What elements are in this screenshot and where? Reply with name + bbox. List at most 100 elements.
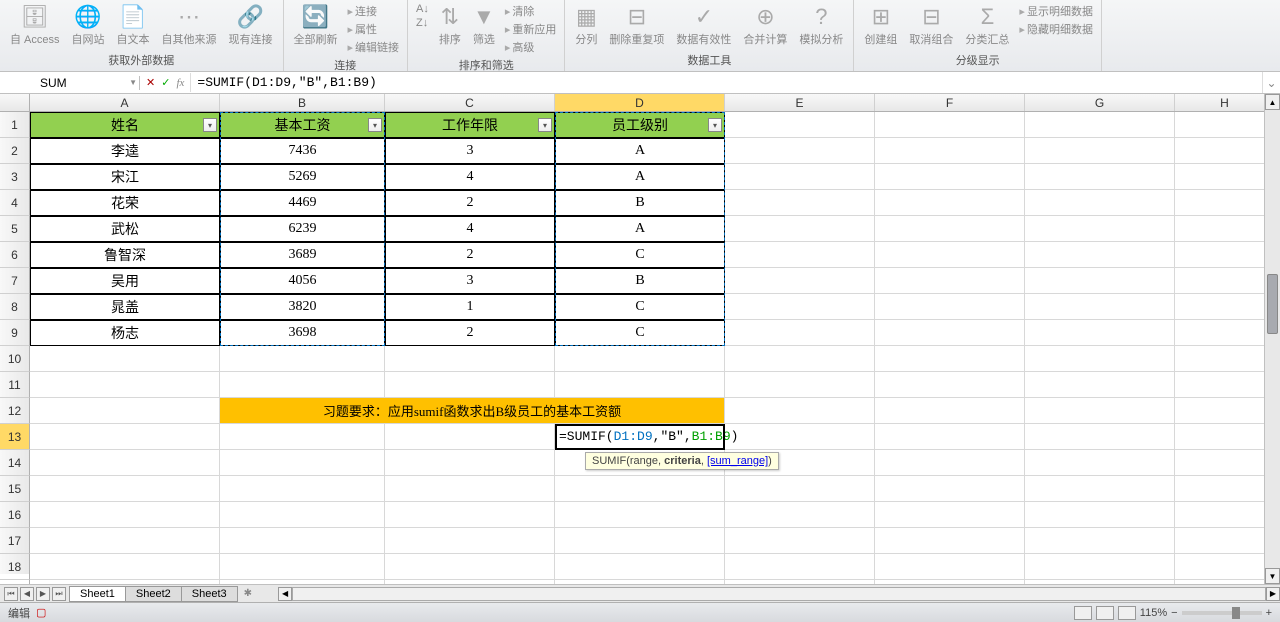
row-header[interactable]: 2 — [0, 138, 30, 164]
cell[interactable] — [30, 476, 220, 502]
ribbon-button[interactable]: ⊞创建组 — [858, 2, 903, 49]
cell[interactable] — [1175, 268, 1275, 294]
name-box-dropdown-icon[interactable]: ▼ — [129, 78, 137, 87]
cell[interactable] — [385, 554, 555, 580]
cell[interactable] — [220, 580, 385, 584]
cell[interactable]: 工作年限▾ — [385, 112, 555, 138]
ribbon-small-button[interactable]: ▸ 隐藏明细数据 — [1015, 20, 1097, 38]
cell[interactable] — [1175, 112, 1275, 138]
ribbon-small-button[interactable]: ▸ 重新应用 — [501, 20, 561, 38]
cell[interactable]: 基本工资▾ — [220, 112, 385, 138]
cell[interactable] — [1025, 476, 1175, 502]
row-header[interactable]: 8 — [0, 294, 30, 320]
cell[interactable]: 4056 — [220, 268, 385, 294]
cell[interactable]: 5269 — [220, 164, 385, 190]
view-break-icon[interactable] — [1118, 606, 1136, 620]
cell[interactable] — [385, 372, 555, 398]
scroll-down-icon[interactable]: ▼ — [1265, 568, 1280, 584]
cell[interactable] — [385, 502, 555, 528]
cell[interactable] — [725, 164, 875, 190]
cell[interactable] — [30, 398, 220, 424]
cell[interactable] — [1025, 190, 1175, 216]
cell[interactable]: A — [555, 216, 725, 242]
cell[interactable]: 习题要求：应用sumif函数求出B级员工的基本工资额 — [220, 398, 725, 424]
cell[interactable] — [555, 476, 725, 502]
cell[interactable] — [875, 372, 1025, 398]
cell[interactable] — [1175, 580, 1275, 584]
cell[interactable] — [875, 398, 1025, 424]
cell[interactable] — [1175, 138, 1275, 164]
row-header[interactable]: 16 — [0, 502, 30, 528]
cell[interactable] — [1175, 398, 1275, 424]
cell[interactable]: 2 — [385, 320, 555, 346]
column-header[interactable]: A — [30, 94, 220, 111]
row-header[interactable]: 14 — [0, 450, 30, 476]
cell[interactable] — [555, 346, 725, 372]
cell[interactable] — [875, 164, 1025, 190]
cell[interactable] — [725, 476, 875, 502]
cell[interactable]: A — [555, 164, 725, 190]
row-header[interactable]: 6 — [0, 242, 30, 268]
name-box[interactable]: ▼ — [0, 76, 140, 90]
cell[interactable] — [875, 502, 1025, 528]
view-normal-icon[interactable] — [1074, 606, 1092, 620]
cell[interactable]: 李逵 — [30, 138, 220, 164]
cell[interactable]: 杨志 — [30, 320, 220, 346]
cell[interactable] — [30, 346, 220, 372]
cell[interactable]: 3 — [385, 138, 555, 164]
tab-next-icon[interactable]: ▶ — [36, 587, 50, 601]
ribbon-small-button[interactable]: ▸ 清除 — [501, 2, 561, 20]
cell[interactable]: 3 — [385, 268, 555, 294]
ribbon-button[interactable]: ⊟删除重复项 — [603, 2, 670, 49]
cell[interactable]: C — [555, 320, 725, 346]
cell[interactable] — [220, 372, 385, 398]
row-header[interactable]: 10 — [0, 346, 30, 372]
ribbon-small-button[interactable]: ▸ 连接 — [344, 2, 404, 20]
cell[interactable] — [875, 138, 1025, 164]
cell[interactable] — [725, 294, 875, 320]
scroll-up-icon[interactable]: ▲ — [1265, 94, 1280, 110]
cell[interactable] — [385, 424, 555, 450]
zoom-out-icon[interactable]: − — [1171, 607, 1177, 619]
cell[interactable] — [555, 372, 725, 398]
tab-prev-icon[interactable]: ◀ — [20, 587, 34, 601]
cell[interactable] — [1025, 164, 1175, 190]
cell[interactable]: 3689 — [220, 242, 385, 268]
cell[interactable] — [1175, 346, 1275, 372]
cell[interactable] — [1175, 190, 1275, 216]
row-header[interactable]: 9 — [0, 320, 30, 346]
cell[interactable] — [1175, 424, 1275, 450]
cell[interactable] — [875, 528, 1025, 554]
cell[interactable] — [1025, 138, 1175, 164]
cell[interactable] — [725, 112, 875, 138]
cell[interactable]: 花荣 — [30, 190, 220, 216]
filter-icon[interactable]: ▾ — [538, 118, 552, 132]
cell[interactable] — [1025, 242, 1175, 268]
cell[interactable] — [1175, 372, 1275, 398]
cell[interactable] — [1175, 450, 1275, 476]
ribbon-button[interactable]: ⇅排序 — [433, 2, 467, 49]
cell[interactable] — [30, 528, 220, 554]
macro-record-icon[interactable]: ▢ — [36, 606, 46, 619]
cell[interactable] — [1175, 554, 1275, 580]
ribbon-small-button[interactable]: ▸ 编辑链接 — [344, 38, 404, 56]
cell[interactable] — [875, 294, 1025, 320]
cell[interactable] — [725, 554, 875, 580]
cell[interactable] — [1175, 164, 1275, 190]
scroll-thumb[interactable] — [1267, 274, 1278, 334]
cell[interactable] — [1025, 580, 1175, 584]
cell[interactable] — [1025, 424, 1175, 450]
filter-icon[interactable]: ▾ — [708, 118, 722, 132]
cell[interactable] — [875, 190, 1025, 216]
cell[interactable] — [220, 450, 385, 476]
cell[interactable]: B — [555, 268, 725, 294]
cells-area[interactable]: 姓名▾基本工资▾工作年限▾员工级别▾李逵74363A宋江52694A花荣4469… — [30, 112, 1280, 574]
cell[interactable] — [1025, 216, 1175, 242]
sort-small-button[interactable]: A↓ — [412, 2, 433, 16]
cell[interactable]: 4469 — [220, 190, 385, 216]
row-header[interactable]: 5 — [0, 216, 30, 242]
ribbon-button[interactable]: 🔗现有连接 — [223, 2, 279, 49]
cell[interactable] — [875, 554, 1025, 580]
cell[interactable] — [725, 216, 875, 242]
sheet-tab[interactable]: Sheet2 — [125, 586, 182, 602]
